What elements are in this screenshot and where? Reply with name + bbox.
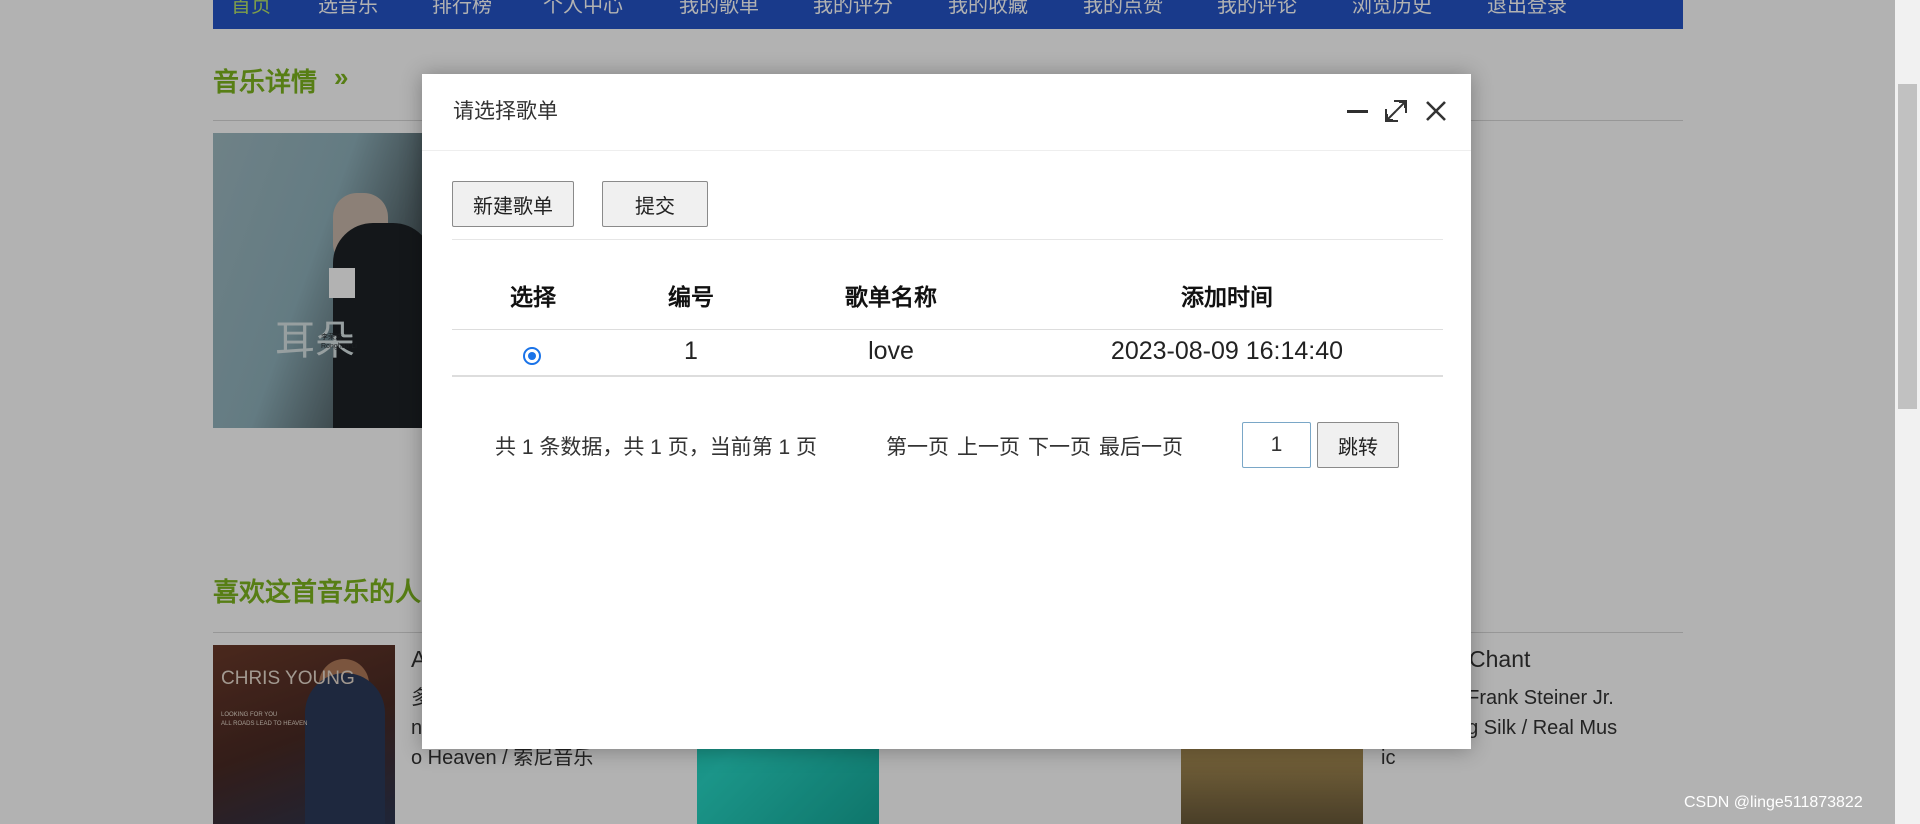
jump-button[interactable]: 跳转	[1317, 422, 1399, 468]
watermark: CSDN @linge511873822	[1684, 794, 1863, 811]
pagination-info: 共 1 条数据，共 1 页，当前第 1 页	[495, 436, 818, 459]
table-header-divider	[452, 329, 1443, 330]
column-header-time: 添加时间	[1181, 284, 1273, 310]
scrollbar-thumb[interactable]	[1898, 84, 1917, 409]
minimize-icon[interactable]	[1342, 96, 1372, 126]
dialog-header: 请选择歌单	[422, 74, 1471, 151]
column-header-name: 歌单名称	[845, 284, 937, 310]
new-playlist-button[interactable]: 新建歌单	[452, 181, 574, 227]
column-header-id: 编号	[668, 284, 714, 310]
page-scrollbar[interactable]	[1895, 0, 1920, 824]
playlist-name-cell: love	[868, 337, 914, 365]
submit-button[interactable]: 提交	[602, 181, 708, 227]
prev-page-link[interactable]: 上一页	[957, 431, 1020, 461]
playlist-select-radio[interactable]	[523, 347, 541, 365]
next-page-link[interactable]: 下一页	[1028, 431, 1091, 461]
dialog-title: 请选择歌单	[453, 100, 558, 123]
first-page-link[interactable]: 第一页	[886, 431, 949, 461]
page-number-input[interactable]	[1242, 422, 1311, 468]
playlist-time-cell: 2023-08-09 16:14:40	[1110, 337, 1344, 365]
last-page-link[interactable]: 最后一页	[1099, 431, 1183, 461]
maximize-icon[interactable]	[1381, 96, 1411, 126]
close-icon[interactable]	[1421, 96, 1451, 126]
select-playlist-dialog: 请选择歌单 新建歌单 提交 选择 编号 歌单名称 添加时间 1 love 202…	[422, 74, 1471, 749]
column-header-select: 选择	[510, 284, 556, 310]
playlist-id-cell: 1	[684, 337, 698, 365]
toolbar-divider	[452, 239, 1443, 240]
table-bottom-divider	[452, 375, 1443, 377]
